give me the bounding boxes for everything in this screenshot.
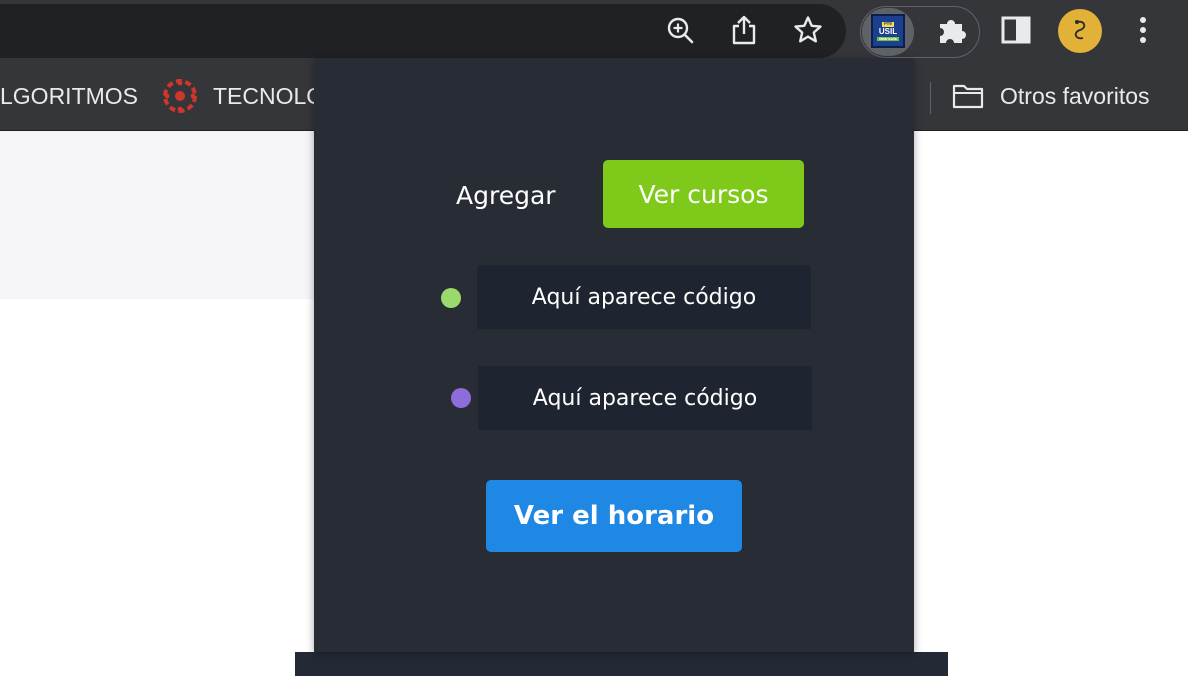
bookmark-label: Otros favoritos [1000, 82, 1150, 109]
address-bar[interactable] [0, 4, 846, 58]
browser-toolbar: Pre USIL Matrícula [0, 0, 1188, 62]
code-1-field[interactable]: Aquí aparece código [477, 265, 811, 329]
code-2-field[interactable]: Aquí aparece código [478, 366, 812, 430]
zoom-icon[interactable] [663, 10, 697, 50]
bookmark-tecnologia[interactable]: TECNOLO [163, 62, 324, 130]
bookmark-label: LGORITMOS [0, 82, 139, 109]
share-icon[interactable] [727, 10, 761, 50]
add-label: Agregar [456, 180, 556, 210]
folder-icon [952, 83, 984, 109]
canvas-logo-icon [163, 79, 197, 113]
bookmark-label: TECNOLO [213, 82, 325, 109]
bookmark-separator [930, 82, 931, 114]
usil-extension-icon[interactable]: Pre USIL Matrícula [871, 14, 905, 48]
bookmark-algoritmos[interactable]: LGORITMOS [0, 62, 138, 130]
more-menu-icon[interactable] [1126, 10, 1160, 50]
extension-badge-line3: Matrícula [877, 35, 899, 41]
page-bottom-bar [295, 652, 948, 676]
extensions-puzzle-icon[interactable] [935, 10, 969, 50]
bookmark-star-icon[interactable] [791, 10, 825, 50]
view-schedule-button[interactable]: Ver el horario [486, 480, 742, 552]
extension-badge-line1: Pre [881, 20, 895, 27]
page-background-panel [0, 131, 314, 299]
profile-avatar[interactable] [1058, 9, 1102, 53]
code-1-color-dot [441, 288, 461, 308]
code-2-color-dot [451, 388, 471, 408]
extension-popup [314, 58, 914, 652]
bookmark-otros-favoritos[interactable]: Otros favoritos [952, 62, 1150, 130]
extension-badge-line2: USIL [878, 26, 898, 36]
side-panel-icon[interactable] [999, 10, 1033, 50]
view-courses-button[interactable]: Ver cursos [603, 160, 804, 228]
